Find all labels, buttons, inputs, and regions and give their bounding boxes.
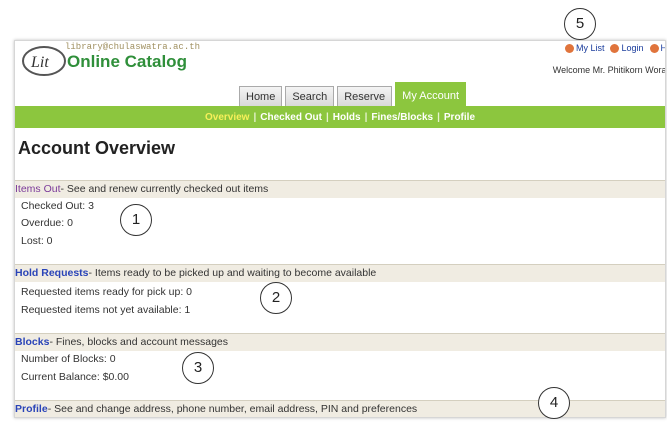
login-icon — [610, 44, 620, 54]
subnav-profile[interactable]: Profile — [440, 112, 479, 123]
top-link-login[interactable]: Login — [610, 43, 644, 54]
current-balance: Current Balance: $0.00 — [21, 371, 129, 383]
blocks-header: Blocks- Fines, blocks and account messag… — [15, 333, 665, 351]
logo-text: Lit — [30, 54, 49, 71]
items-out-header: Items Out- See and renew currently check… — [15, 180, 665, 198]
hold-requests-header: Hold Requests- Items ready to be picked … — [15, 264, 665, 282]
checked-out-count: Checked Out: 3 — [21, 200, 94, 212]
profile-link[interactable]: Profile — [15, 403, 48, 415]
lost-count: Lost: 0 — [21, 235, 53, 247]
library-url: library@chulaswatra.ac.th — [65, 42, 201, 52]
top-link-mylist[interactable]: My List — [564, 43, 605, 54]
top-link-mylist-label[interactable]: My List — [576, 43, 605, 53]
blocks-link[interactable]: Blocks — [15, 336, 49, 348]
callout-1: 1 — [120, 204, 152, 236]
blocks-desc: - Fines, blocks and account messages — [49, 336, 229, 348]
welcome-text: Welcome Mr. Phitikorn Worak — [552, 65, 666, 75]
main-tabs: Home Search Reserve My Account — [239, 82, 467, 107]
subnav-checked-out[interactable]: Checked Out — [256, 112, 326, 123]
holds-ready-count: Requested items ready for pick up: 0 — [21, 286, 193, 298]
top-link-login-label[interactable]: Login — [621, 43, 643, 53]
top-links: My List Login Hi — [564, 43, 666, 54]
page-title: Account Overview — [18, 138, 176, 158]
tab-reserve[interactable]: Reserve — [337, 86, 393, 107]
top-link-help-label[interactable]: Hi — [661, 43, 666, 53]
subnav-overview[interactable]: Overview — [201, 112, 253, 123]
help-icon — [649, 44, 659, 54]
holds-pending-count: Requested items not yet available: 1 — [21, 304, 191, 316]
items-out-desc: - See and renew currently checked out it… — [60, 183, 269, 195]
callout-4: 4 — [538, 387, 570, 419]
callout-5: 5 — [564, 8, 596, 40]
profile-desc: - See and change address, phone number, … — [47, 403, 418, 415]
items-out-link[interactable]: Items Out — [15, 183, 61, 195]
hold-requests-desc: - Items ready to be picked up and waitin… — [88, 267, 377, 279]
callout-2: 2 — [260, 282, 292, 314]
browser-frame: Lit library@chulaswatra.ac.th Online Cat… — [14, 40, 666, 418]
subnav-fines-blocks[interactable]: Fines/Blocks — [367, 112, 437, 123]
library-logo: Lit — [22, 46, 66, 76]
tab-my-account[interactable]: My Account — [395, 82, 467, 107]
account-subnav: Overview | Checked Out | Holds | Fines/B… — [15, 106, 665, 128]
top-link-help[interactable]: Hi — [649, 43, 666, 54]
callout-3: 3 — [182, 352, 214, 384]
list-icon — [564, 44, 574, 54]
subnav-holds[interactable]: Holds — [329, 112, 365, 123]
overdue-count: Overdue: 0 — [21, 217, 73, 229]
blocks-count: Number of Blocks: 0 — [21, 353, 116, 365]
tab-home[interactable]: Home — [239, 86, 283, 107]
app-title: Online Catalog — [67, 52, 187, 71]
tab-search[interactable]: Search — [285, 86, 335, 107]
hold-requests-link[interactable]: Hold Requests — [15, 267, 89, 279]
